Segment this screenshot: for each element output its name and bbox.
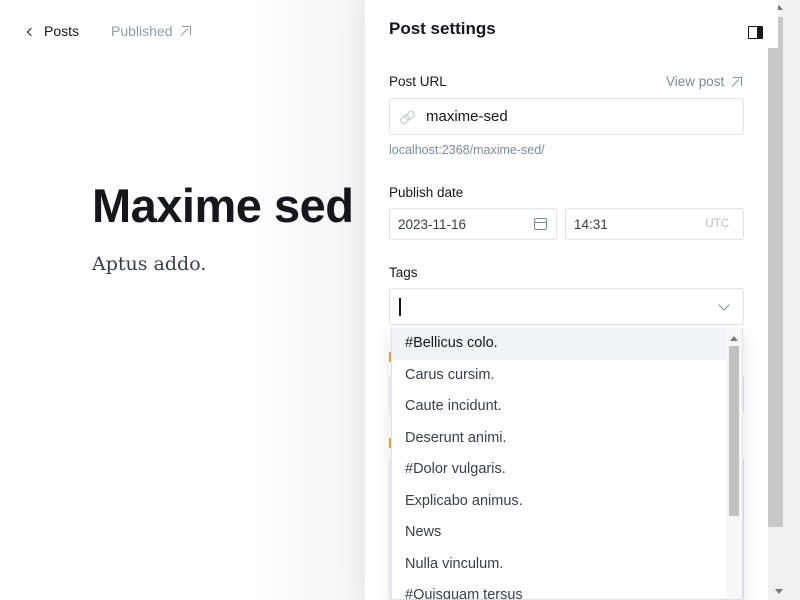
publish-time-value: 14:31 xyxy=(574,216,608,232)
tag-option[interactable]: Explicabo animus. xyxy=(392,486,742,518)
post-url-label: Post URL xyxy=(389,74,447,89)
publish-date-value: 2023-11-16 xyxy=(398,216,467,232)
external-arrow-icon xyxy=(732,76,743,87)
view-post-label: View post xyxy=(666,74,725,89)
tags-input[interactable] xyxy=(389,288,744,325)
post-body[interactable]: Aptus addo. xyxy=(92,253,206,275)
text-caret xyxy=(399,297,401,316)
editor-area: Posts Published Maxime sed Aptus addo. xyxy=(0,0,364,600)
tag-option[interactable]: Carus cursim. xyxy=(392,360,742,392)
sidebar-toggle-icon[interactable] xyxy=(748,26,763,39)
external-arrow-icon xyxy=(181,26,191,36)
dropdown-scroll-thumb[interactable] xyxy=(729,346,739,516)
publish-time-input[interactable]: 14:31 UTC xyxy=(565,208,744,240)
tag-option[interactable]: Nulla vinculum. xyxy=(392,549,742,581)
post-status-label: Published xyxy=(111,23,173,39)
tags-dropdown: #Bellicus colo. Carus cursim. Caute inci… xyxy=(391,328,743,600)
post-url-hint: localhost:2368/maxime-sed/ xyxy=(389,143,545,157)
calendar-icon[interactable] xyxy=(534,218,547,230)
tags-label: Tags xyxy=(389,265,418,280)
tag-option[interactable]: Caute incidunt. xyxy=(392,391,742,423)
chevron-down-icon[interactable] xyxy=(718,299,730,311)
view-post-link[interactable]: View post xyxy=(666,74,743,89)
window-scroll-thumb[interactable] xyxy=(768,17,783,527)
post-settings-panel: Post settings Post URL View post localho… xyxy=(364,0,768,600)
post-status[interactable]: Published xyxy=(111,23,191,39)
window-scrollbar[interactable] xyxy=(768,0,800,600)
link-icon xyxy=(400,110,414,124)
scroll-up-icon[interactable] xyxy=(730,336,738,341)
panel-edge xyxy=(768,0,778,48)
top-nav: Posts Published xyxy=(26,23,191,39)
back-to-posts-link[interactable]: Posts xyxy=(26,23,80,39)
tag-option[interactable]: News xyxy=(392,517,742,549)
back-link-label: Posts xyxy=(44,23,80,39)
timezone-label: UTC xyxy=(705,218,729,230)
publish-date-label: Publish date xyxy=(389,185,464,200)
tag-option[interactable]: #Dolor vulgaris. xyxy=(392,454,742,486)
publish-date-input[interactable]: 2023-11-16 xyxy=(389,208,557,240)
scroll-down-icon[interactable] xyxy=(775,589,783,594)
dropdown-scrollbar[interactable] xyxy=(726,328,742,599)
post-url-field[interactable] xyxy=(389,98,744,135)
tag-option[interactable]: Deserunt animi. xyxy=(392,423,742,455)
post-url-input[interactable] xyxy=(426,108,706,125)
panel-title: Post settings xyxy=(389,19,496,38)
chevron-left-icon xyxy=(26,27,36,36)
panel-shadow xyxy=(240,0,364,600)
tag-option[interactable]: #Quisquam tersus xyxy=(392,580,742,599)
tag-option[interactable]: #Bellicus colo. xyxy=(392,328,742,360)
